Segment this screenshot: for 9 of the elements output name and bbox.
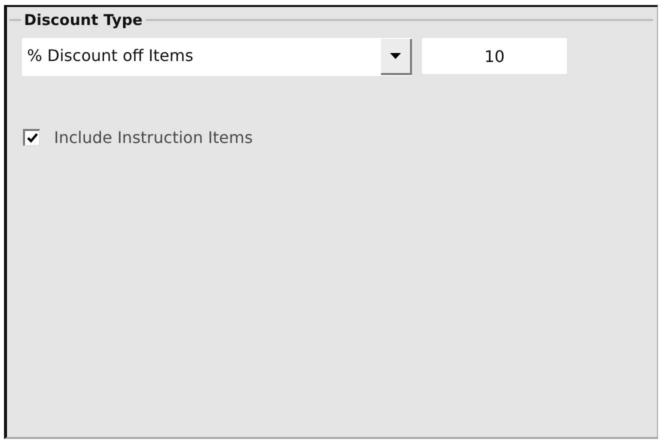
checkbox[interactable] [23,129,40,146]
dropdown-value: % Discount off Items [26,45,194,67]
group-title: Discount Type [23,10,144,30]
amount-field[interactable]: 10 [422,38,567,74]
checkbox-label[interactable]: Include Instruction Items [54,128,253,147]
caret-icon [390,53,401,59]
dropdown-button[interactable] [381,39,412,75]
discount-type-dropdown[interactable]: % Discount off Items [22,38,412,76]
check-icon [26,133,38,143]
